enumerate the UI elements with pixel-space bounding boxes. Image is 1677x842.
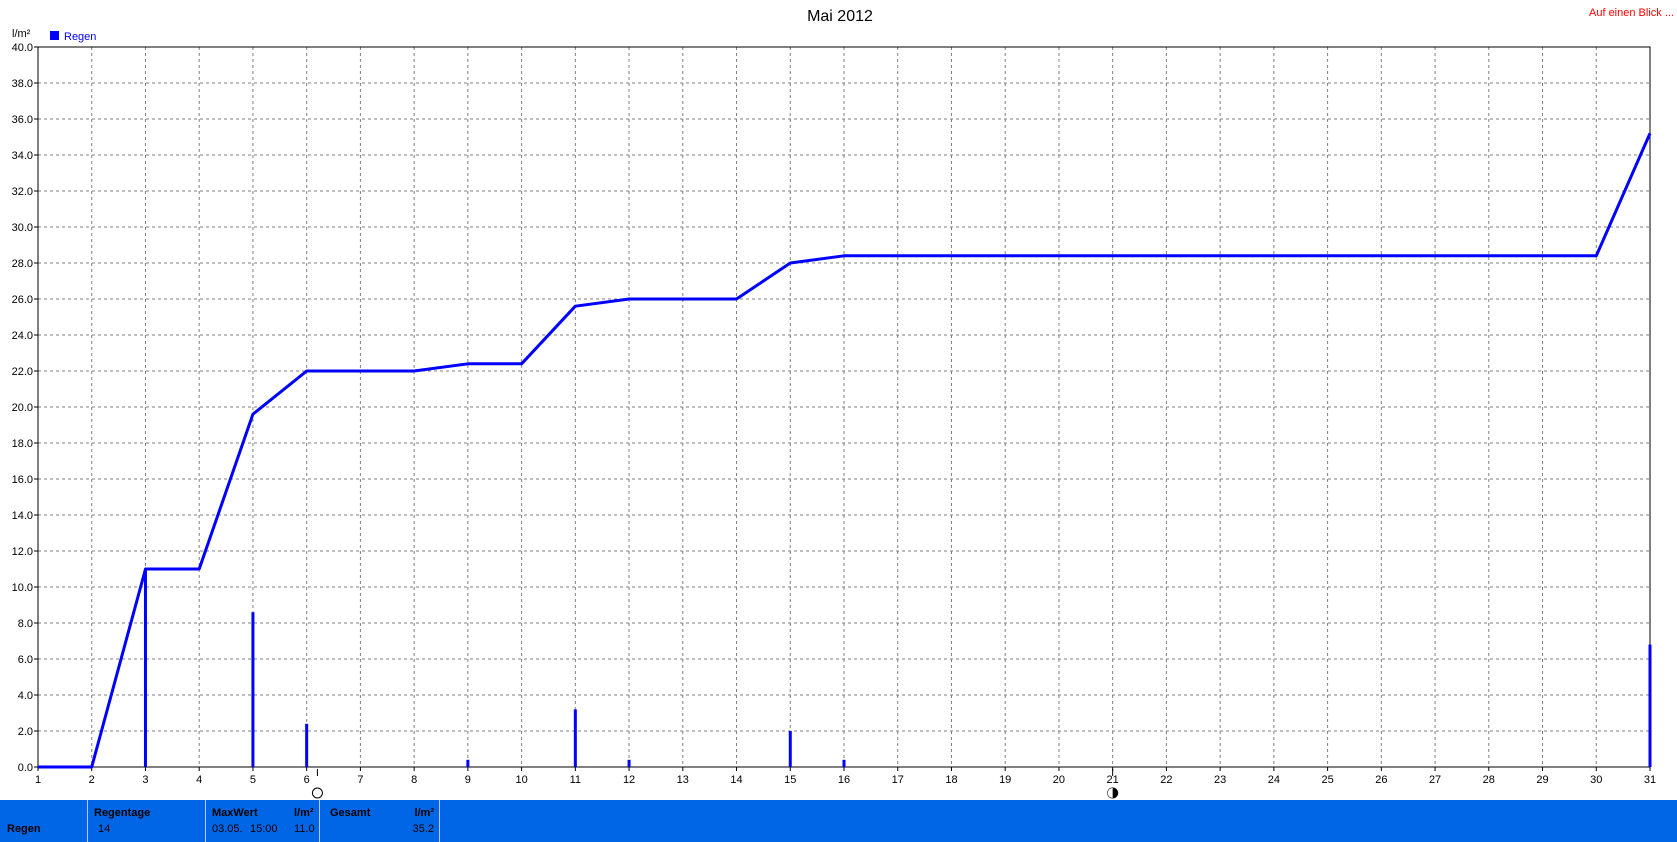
x-axis: 1 2 3 4 5 6 7 8 9 10 11 12 13 14 15 16 17 18 19 20 21 22 23 24 2…: [35, 767, 1656, 786]
y-tick-label: 10.0: [12, 582, 33, 594]
x-tick-label: 5: [250, 774, 256, 786]
x-tick-label: 28: [1483, 774, 1495, 786]
grid: [38, 47, 1650, 767]
x-tick-label: 2: [89, 774, 95, 786]
y-axis: 0.0 2.0 4.0 6.0 8.0 10.0 12.0 14.0 16.0 18.0 20.0 2…: [12, 42, 38, 774]
y-tick-label: 8.0: [18, 618, 33, 630]
maxwert-label: MaxWert: [212, 807, 258, 819]
regentage-value: 14: [98, 823, 111, 835]
y-tick-label: 2.0: [18, 726, 33, 738]
rain-bar: [1648, 644, 1652, 767]
x-tick-label: 1: [35, 774, 41, 786]
chart-title: Mai 2012: [807, 8, 873, 25]
maxwert-date: 03.05.: [212, 823, 243, 835]
rain-bar: [627, 759, 631, 767]
rain-chart: Mai 2012 Auf einen Blick ... l/m² Regen …: [12, 7, 1674, 799]
gesamt-value: 35.2: [412, 823, 434, 835]
x-tick-label: 9: [465, 774, 471, 786]
x-tick-label: 7: [357, 774, 363, 786]
y-tick-label: 20.0: [12, 402, 33, 414]
x-tick-label: 11: [570, 774, 581, 786]
x-tick-label: 29: [1536, 774, 1548, 786]
rain-bar: [466, 759, 470, 767]
maxwert-time: 15:00: [250, 823, 278, 835]
moon-markers: [311, 769, 1119, 799]
x-tick-label: 25: [1321, 774, 1333, 786]
y-tick-label: 12.0: [12, 546, 33, 558]
regentage-cell: Regentage 14: [88, 800, 206, 842]
x-tick-label: 14: [730, 774, 742, 786]
summary-row-label-cell: Regen: [0, 800, 88, 842]
y-tick-label: 24.0: [12, 330, 33, 342]
x-tick-label: 26: [1375, 774, 1387, 786]
maxwert-value: 11.0: [294, 823, 315, 835]
y-tick-label: 16.0: [12, 474, 33, 486]
gesamt-unit: l/m²: [414, 807, 434, 819]
y-tick-label: 34.0: [12, 150, 33, 162]
y-tick-label: 40.0: [12, 42, 33, 54]
x-tick-label: 22: [1160, 774, 1172, 786]
x-tick-label: 30: [1590, 774, 1602, 786]
y-tick-label: 36.0: [12, 114, 33, 126]
gesamt-label: Gesamt: [330, 807, 371, 819]
y-tick-label: 38.0: [12, 78, 33, 90]
rain-bar: [573, 709, 577, 767]
y-tick-label: 18.0: [12, 438, 33, 450]
overview-link[interactable]: Auf einen Blick ...: [1589, 7, 1674, 19]
regentage-label: Regentage: [94, 807, 151, 819]
y-tick-label: 6.0: [18, 654, 33, 666]
x-tick-label: 3: [142, 774, 148, 786]
x-tick-label: 15: [784, 774, 796, 786]
y-tick-label: 28.0: [12, 258, 33, 270]
y-tick-label: 14.0: [12, 510, 33, 522]
x-tick-label: 10: [515, 774, 527, 786]
summary-row-label: Regen: [7, 823, 41, 835]
rain-bar: [842, 759, 846, 767]
x-tick-label: 24: [1268, 774, 1280, 786]
maxwert-cell: MaxWert l/m² 03.05. 15:00 11.0: [206, 800, 320, 842]
full-moon-icon: [311, 787, 323, 799]
legend-swatch: [50, 31, 59, 40]
y-tick-label: 4.0: [18, 690, 33, 702]
y-tick-label: 26.0: [12, 294, 33, 306]
x-tick-label: 19: [999, 774, 1011, 786]
x-tick-label: 20: [1053, 774, 1065, 786]
y-tick-label: 30.0: [12, 222, 33, 234]
rain-bar: [251, 612, 255, 767]
maxwert-unit: l/m²: [294, 807, 314, 819]
x-tick-label: 27: [1429, 774, 1441, 786]
x-tick-label: 18: [945, 774, 957, 786]
legend-label: Regen: [64, 31, 96, 43]
x-tick-label: 31: [1644, 774, 1656, 786]
rain-bar: [788, 731, 792, 767]
new-moon-icon-highlight: [1107, 788, 1113, 798]
x-tick-label: 4: [196, 774, 202, 786]
rain-bar: [305, 723, 309, 767]
gesamt-cell: Gesamt l/m² 35.2: [320, 800, 440, 842]
x-tick-label: 6: [304, 774, 310, 786]
x-tick-label: 16: [838, 774, 850, 786]
x-tick-label: 23: [1214, 774, 1226, 786]
summary-bar: Regen Regentage 14 MaxWert l/m² 03.05. 1…: [0, 800, 1677, 842]
y-tick-label: 32.0: [12, 186, 33, 198]
x-tick-label: 12: [623, 774, 635, 786]
y-tick-label: 22.0: [12, 366, 33, 378]
rain-bar: [143, 569, 147, 767]
x-tick-label: 13: [677, 774, 689, 786]
y-tick-label: 0.0: [18, 762, 33, 774]
y-axis-label: l/m²: [12, 28, 31, 40]
x-tick-label: 8: [411, 774, 417, 786]
x-tick-label: 17: [892, 774, 904, 786]
